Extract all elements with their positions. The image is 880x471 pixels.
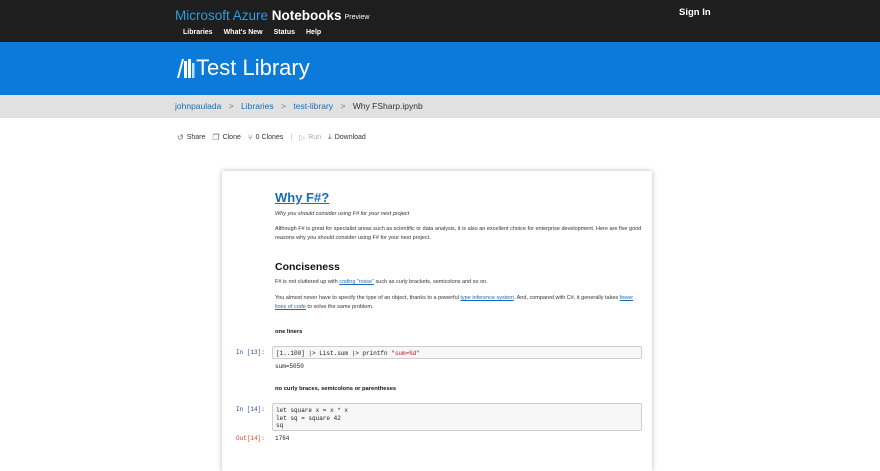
actions-divider: | (290, 133, 293, 141)
nav-help[interactable]: Help (306, 29, 321, 36)
clone-icon: ❐ (212, 132, 220, 142)
notebook-actions: ↺ Share ❐ Clone ⑂ 0 Clones | ▷ Run ⤓ Download (177, 132, 373, 142)
download-label: Download (334, 133, 366, 141)
brand-preview-tag: Preview (344, 14, 370, 21)
intro-paragraph: Although F# is great for specialist area… (275, 226, 642, 241)
text: F# is not cluttered up with (275, 279, 340, 285)
breadcrumb-separator: > (228, 101, 234, 111)
cell-output: sum=5050 (275, 363, 304, 370)
code-cell[interactable]: [1..100] |> List.sum |> printfn "sum=%d" (272, 346, 642, 359)
breadcrumb: johnpaulada > Libraries > test-library >… (175, 101, 423, 111)
code-text: [1..100] |> List.sum |> printfn (276, 350, 392, 357)
breadcrumb-user[interactable]: johnpaulada (175, 101, 221, 111)
top-nav-links: Libraries What's New Status Help (183, 29, 321, 36)
library-banner (0, 42, 880, 95)
clone-button[interactable]: ❐ Clone (212, 133, 240, 142)
subheading-no-braces: no curly braces, semicolons or parenthes… (275, 386, 397, 392)
library-title: Test Library (196, 55, 310, 80)
share-button[interactable]: ↺ Share (177, 133, 205, 142)
brand-microsoft-azure: Microsoft Azure (175, 8, 269, 23)
top-navbar (0, 0, 880, 42)
cell-output: 1764 (275, 435, 290, 442)
notebook-subtitle: Why you should consider using F# for you… (275, 211, 410, 217)
code-string: "sum=%d" (391, 350, 421, 357)
breadcrumb-separator: > (281, 101, 286, 111)
clone-label: Clone (222, 133, 241, 141)
fork-icon: ⑂ (247, 132, 253, 142)
nav-libraries[interactable]: Libraries (183, 29, 213, 36)
breadcrumb-bar (0, 95, 880, 118)
notebook-title[interactable]: Why F#? (275, 190, 329, 205)
breadcrumb-current-file: Why FSharp.ipynb (352, 101, 423, 111)
breadcrumb-separator: > (340, 101, 346, 111)
sign-in-link[interactable]: Sign In (679, 7, 711, 18)
play-icon: ▷ (299, 132, 306, 142)
code-cell[interactable]: let square x = x * x let sq = square 42 … (272, 403, 642, 431)
run-button[interactable]: ▷ Run (299, 133, 321, 142)
brand-logo[interactable]: Microsoft Azure Notebooks Preview (175, 8, 369, 23)
brand-notebooks: Notebooks (271, 8, 342, 23)
nav-status[interactable]: Status (274, 29, 295, 36)
type-inference-link[interactable]: type inference system (460, 295, 514, 301)
paragraph-type-inference: You almost never have to specify the typ… (275, 294, 645, 311)
text: to solve the same problem. (305, 303, 374, 310)
run-label: Run (308, 133, 322, 141)
clones-label: 0 Clones (255, 133, 284, 141)
text: . And, compared with C#, it generally ta… (513, 295, 620, 301)
breadcrumb-libraries[interactable]: Libraries (241, 101, 274, 111)
text: such as curly brackets, semicolons and s… (374, 279, 488, 285)
share-label: Share (186, 133, 206, 141)
download-button[interactable]: ⤓ Download (328, 132, 366, 142)
clones-count[interactable]: ⑂ 0 Clones (248, 133, 283, 142)
section-heading-conciseness: Conciseness (275, 261, 340, 273)
subheading-one-liners: one liners (275, 329, 303, 335)
text: You almost never have to specify the typ… (275, 295, 461, 301)
nav-whats-new[interactable]: What's New (224, 29, 263, 36)
download-icon: ⤓ (328, 132, 332, 141)
share-icon: ↺ (177, 132, 184, 142)
coding-noise-link[interactable]: coding "noise" (339, 279, 374, 285)
cell-in-prompt: In [13]: (236, 349, 265, 356)
breadcrumb-library[interactable]: test-library (293, 101, 333, 111)
paragraph-noise: F# is not cluttered up with coding "nois… (275, 278, 645, 287)
cell-in-prompt: In [14]: (236, 406, 265, 413)
cell-out-prompt: Out[14]: (236, 435, 265, 442)
library-icon (177, 59, 195, 78)
